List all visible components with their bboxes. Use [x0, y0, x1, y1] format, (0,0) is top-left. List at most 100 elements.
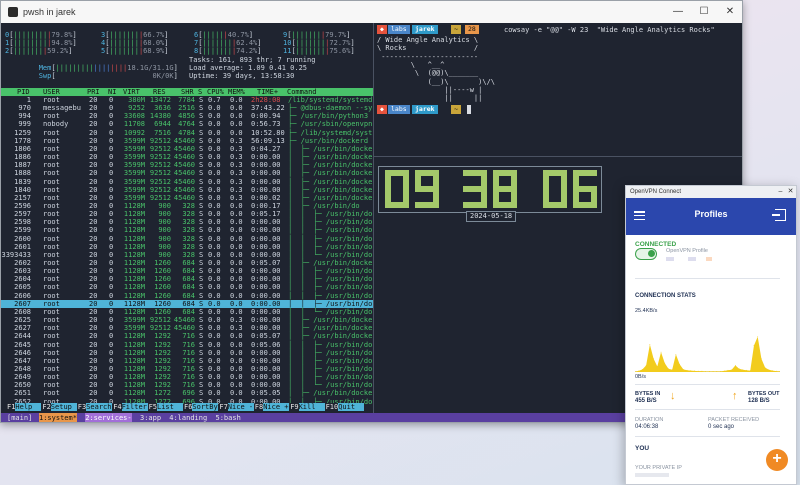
col-user[interactable]: USER [43, 88, 60, 96]
process-row[interactable]: 2597 root 20 0 1128M 900 328 S 0.0 0.0 0:05.17 │ │ … [1, 210, 374, 218]
fkey-label[interactable]: Quit [338, 403, 365, 411]
process-row[interactable]: 2603 root 20 0 1128M 1260 684 S 0.0 0.0 0:00.00 │ │… [1, 267, 374, 275]
process-row[interactable]: 2649 root 20 0 1128M 1292 716 S 0.0 0.0 0:00.00 │ │… [1, 373, 374, 381]
user-segment: jarek [412, 25, 438, 34]
process-row[interactable]: 2157 root 20 0 3599M 92512 45460 S 0.0 0.3 0:00.02… [1, 194, 374, 202]
process-row[interactable]: 1 root 20 0 380M 13472 7784 S 0.7 0.0 2h28:08/lib/… [1, 96, 374, 104]
process-row[interactable]: 2651 root 20 0 1128M 1272 696 S 0.0 0.0 0:05.05 │ ├… [1, 389, 374, 397]
fkey-number[interactable]: F5 [148, 403, 158, 411]
fkey-label[interactable]: Kill [298, 403, 325, 411]
process-row[interactable]: 2606 root 20 0 1128M 1260 684 S 0.0 0.0 0:00.00 │ │… [1, 292, 374, 300]
terminal-titlebar[interactable]: pwsh in jarek — ☐ ✕ [1, 1, 742, 23]
col-res[interactable]: RES [153, 88, 166, 96]
process-row[interactable]: 1778 root 20 0 3599M 92512 45460 S 0.0 0.3 56:09.1… [1, 137, 374, 145]
fkey-label[interactable]: Search [86, 403, 113, 411]
traffic-point [690, 370, 692, 372]
process-pri: 20 [89, 250, 98, 259]
process-row[interactable]: 2602 root 20 0 1128M 1260 684 S 0.0 0.0 0:05.07 │ ├… [1, 259, 374, 267]
process-row[interactable]: 2647 root 20 0 1128M 1292 716 S 0.0 0.0 0:00.00 │ │… [1, 357, 374, 365]
process-time: 0:00.00 [251, 218, 281, 227]
htop-function-keys[interactable]: F1 Help F2 Setup F3 Search F4 Filter F5 List F6 Sor… [1, 403, 374, 411]
process-s: S [199, 324, 204, 333]
process-row[interactable]: 2644 root 20 0 1128M 1292 716 S 0.0 0.0 0:05.07 │ ├… [1, 332, 374, 340]
process-table-header[interactable]: PID USER PRI NI VIRT RES SHR S CPU% MEM%… [1, 88, 374, 96]
col-time[interactable]: TIME+ [257, 88, 278, 96]
fkey-number[interactable]: F6 [184, 403, 193, 411]
fkey-label[interactable]: Nice - [227, 403, 254, 411]
fkey-label[interactable]: Help [15, 403, 42, 411]
process-row[interactable]: 2600 root 20 0 1128M 900 328 S 0.0 0.0 0:00.00 │ │ … [1, 235, 374, 243]
process-row[interactable]: 2607 root 20 0 1128M 1260 684 S 0.0 0.0 0:00.00 │ │… [1, 299, 374, 308]
tmux-window-list[interactable]: 1:system* 2:services- 3:app 4:landing 5:bash [39, 413, 339, 422]
process-row[interactable]: 2648 root 20 0 1128M 1292 716 S 0.0 0.0 0:00.00 │ │… [1, 365, 374, 373]
tmux-window-tab[interactable]: 5:bash [216, 413, 241, 422]
process-row[interactable]: 2645 root 20 0 1128M 1292 716 S 0.0 0.0 0:05.06 │ │… [1, 341, 374, 349]
process-row[interactable]: 2599 root 20 0 1128M 900 328 S 0.0 0.0 0:00.00 │ │ … [1, 226, 374, 234]
vpn-minimize-button[interactable]: – [776, 186, 785, 198]
import-profile-icon[interactable] [772, 209, 786, 221]
col-state[interactable]: S [198, 88, 202, 96]
col-cpu[interactable]: CPU% [207, 88, 224, 96]
process-row[interactable]: 1806 root 20 0 3599M 92512 45460 S 0.0 0.3 0:04.27… [1, 145, 374, 153]
fkey-number[interactable]: F1 [7, 403, 16, 411]
maximize-button[interactable]: ☐ [691, 1, 717, 23]
process-pri: 20 [89, 234, 98, 243]
tmux-window-tab[interactable]: 2:services- [85, 413, 132, 422]
tmux-window-tab[interactable]: 3:app [140, 413, 161, 422]
col-pid[interactable]: PID [17, 88, 30, 96]
vpn-titlebar[interactable]: OpenVPN Connect – ✕ [626, 186, 796, 198]
process-row[interactable]: 1840 root 20 0 3599M 92512 45460 S 0.0 0.3 0:00.00… [1, 186, 374, 194]
process-row[interactable]: 2625 root 20 0 3599M 92512 45460 S 0.0 0.3 0:00.00… [1, 316, 374, 324]
process-virt: 1128M [123, 210, 145, 219]
fkey-number[interactable]: F8 [254, 403, 264, 411]
shell-prompt-current[interactable]: ◆ labs jarek ~ [374, 105, 742, 114]
add-profile-button[interactable]: + [766, 449, 788, 471]
fkey-label[interactable]: Nice + [263, 403, 290, 411]
fkey-label[interactable]: Setup [50, 403, 77, 411]
process-ni: 0 [109, 364, 114, 373]
fkey-number[interactable]: F9 [290, 403, 299, 411]
col-command[interactable]: Command [287, 88, 317, 96]
process-row[interactable]: 2627 root 20 0 3599M 92512 45460 S 0.0 0.3 0:00.00… [1, 324, 374, 332]
process-row[interactable]: 1259 root 20 0 10992 7516 4784 S 0.0 0.0 10:52.80 ├… [1, 129, 374, 137]
col-ni[interactable]: NI [108, 88, 116, 96]
process-row[interactable]: 2601 root 20 0 1128M 900 328 S 0.0 0.0 0:00.00 │ │ … [1, 243, 374, 251]
process-row[interactable]: 1887 root 20 0 3599M 92512 45460 S 0.0 0.3 0:00.00… [1, 161, 374, 169]
process-row[interactable]: 3393433 root 20 0 1128M 900 328 S 0.0 0.0 0:00.00 │… [1, 251, 374, 259]
col-mem[interactable]: MEM% [228, 88, 245, 96]
fkey-label[interactable]: SortBy [192, 403, 219, 411]
fkey-number[interactable]: F10 [325, 403, 339, 411]
process-row[interactable]: 1839 root 20 0 3599M 92512 45460 S 0.0 0.3 0:00.00… [1, 178, 374, 186]
minimize-button[interactable]: — [665, 1, 691, 23]
fkey-number[interactable]: F3 [77, 403, 87, 411]
process-cmd: │ │ ├─ /usr/bin/do [288, 356, 373, 365]
digit-segment [543, 189, 549, 208]
fkey-label[interactable]: List [157, 403, 183, 411]
process-mem: 0.3 [230, 324, 243, 333]
process-row[interactable]: 999 nobody 20 0 11708 6944 4764 S 0.0 0.0 0:56.73 ├… [1, 120, 374, 128]
process-row[interactable]: 2646 root 20 0 1128M 1292 716 S 0.0 0.0 0:00.00 │ │… [1, 349, 374, 357]
vpn-close-button[interactable]: ✕ [786, 186, 795, 198]
tmux-window-tab[interactable]: 1:system* [39, 413, 77, 422]
process-row[interactable]: 2596 root 20 0 1128M 900 328 S 0.0 0.0 0:00.17 │ ├─… [1, 202, 374, 210]
process-row[interactable]: 2605 root 20 0 1128M 1260 684 S 0.0 0.0 0:00.00 │ │… [1, 283, 374, 291]
fkey-number[interactable]: F2 [42, 403, 51, 411]
process-row[interactable]: 1886 root 20 0 3599M 92512 45460 S 0.0 0.3 0:00.00… [1, 153, 374, 161]
htop-pane[interactable]: 0[|||||||||79.8%] 1[|||||||||94.8%] 2[||||… [1, 23, 374, 413]
connection-toggle[interactable] [635, 248, 657, 260]
tmux-window-tab[interactable]: 4:landing [169, 413, 207, 422]
tmux-session: [main] [7, 414, 33, 422]
process-virt: 1128M [123, 332, 145, 341]
close-button[interactable]: ✕ [717, 1, 742, 23]
process-row[interactable]: 2608 root 20 0 1128M 1260 684 S 0.0 0.0 0:00.00 │ │… [1, 308, 374, 316]
col-pri[interactable]: PRI [87, 88, 100, 96]
fkey-number[interactable]: F7 [219, 403, 228, 411]
col-virt[interactable]: VIRT [123, 88, 140, 96]
fkey-label[interactable]: Filter [121, 403, 148, 411]
fkey-number[interactable]: F4 [113, 403, 122, 411]
cpu-value: 66.7% [143, 31, 165, 39]
process-row[interactable]: 970 messagebu 20 0 9252 3636 2516 S 0.0 0.0 37:43.… [1, 104, 374, 112]
shell-pane[interactable]: ◆ labs jarek ~ 28 cowsay -e "@@" -W 23 "… [374, 23, 742, 155]
process-row[interactable]: 1888 root 20 0 3599M 92512 45460 S 0.0 0.3 0:00.00… [1, 169, 374, 177]
col-shr[interactable]: SHR [181, 88, 194, 96]
